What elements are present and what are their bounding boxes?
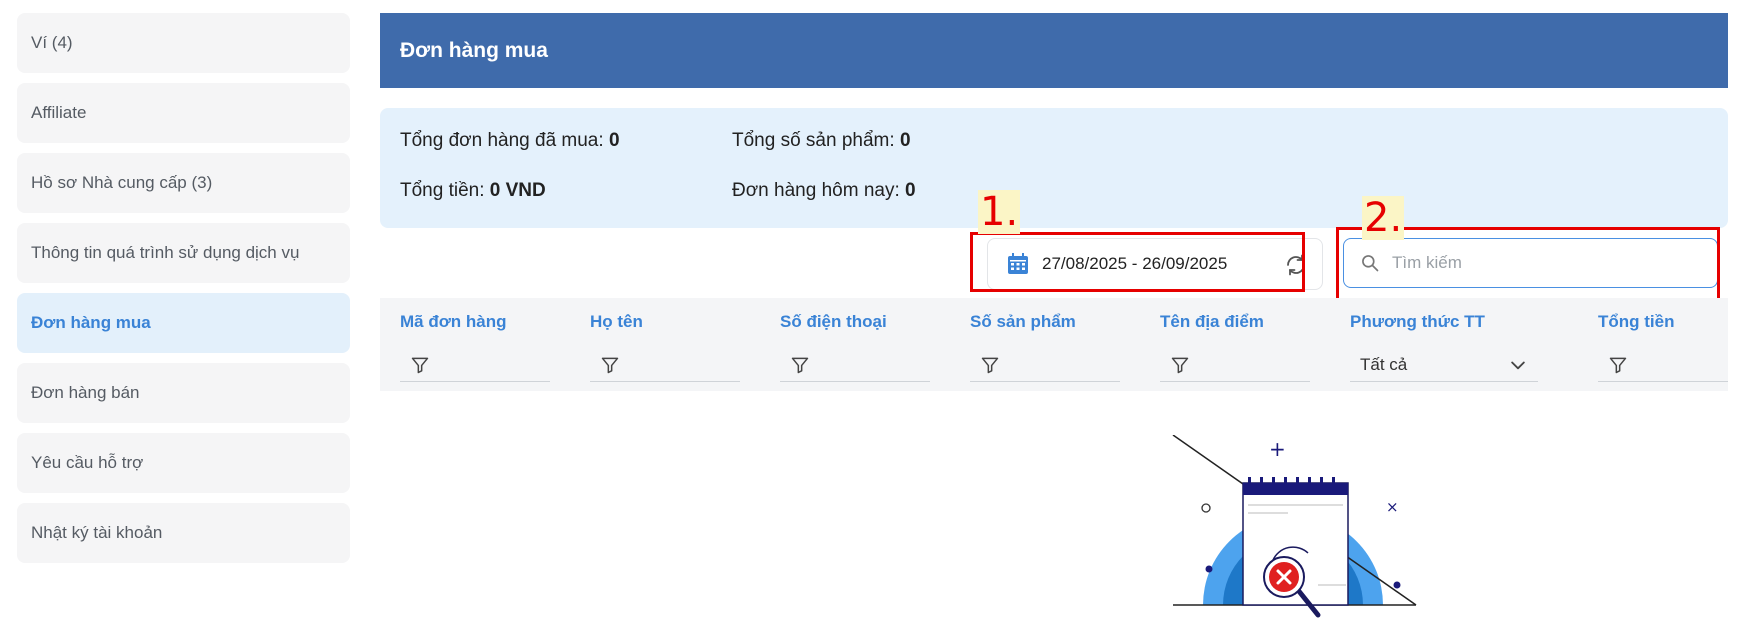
sidebar-item-wallet[interactable]: Ví (4) <box>17 13 350 73</box>
sidebar-item-affiliate[interactable]: Affiliate <box>17 83 350 143</box>
stat-value: 0 VND <box>489 180 546 201</box>
svg-text:×: × <box>1386 498 1399 516</box>
stat-value: 0 <box>899 130 911 151</box>
sidebar-item-supplier-profile[interactable]: Hồ sơ Nhà cung cấp (3) <box>17 153 350 213</box>
sidebar-item-service-usage[interactable]: Thông tin quá trình sử dụng dịch vụ <box>17 223 350 283</box>
stat-label: Đơn hàng hôm nay: <box>732 180 900 201</box>
payment-method-select[interactable]: Tất cả <box>1350 348 1538 382</box>
annotation-label-1: 1. <box>978 189 1021 235</box>
column-title: Họ tên <box>590 312 643 331</box>
annotation-box-1 <box>970 232 1305 292</box>
table-header: Mã đơn hàng Họ tên Số điện thoại Số sản … <box>380 298 1728 391</box>
chevron-down-icon <box>1511 361 1525 369</box>
stat-value: 0 <box>608 130 620 151</box>
sidebar-item-label: Thông tin quá trình sử dụng dịch vụ <box>31 243 300 262</box>
page-header: Đơn hàng mua <box>380 13 1728 88</box>
sidebar-item-support-requests[interactable]: Yêu cầu hỗ trợ <box>17 433 350 493</box>
sidebar: Ví (4) Affiliate Hồ sơ Nhà cung cấp (3) … <box>17 13 350 573</box>
sidebar-item-label: Nhật ký tài khoản <box>31 523 163 542</box>
stat-label: Tổng đơn hàng đã mua: <box>400 130 604 151</box>
stat-label: Tổng tiền: <box>400 180 485 201</box>
column-title: Số sản phẩm <box>970 312 1076 331</box>
column-filter[interactable] <box>780 348 930 382</box>
select-value: Tất cả <box>1360 354 1408 374</box>
filter-icon <box>981 357 999 373</box>
sidebar-item-label: Hồ sơ Nhà cung cấp (3) <box>31 173 213 192</box>
sidebar-item-label: Affiliate <box>31 103 87 122</box>
filter-icon <box>1609 357 1627 373</box>
annotation-label-2: 2. <box>1362 195 1405 241</box>
filter-icon <box>411 357 429 373</box>
column-filter[interactable] <box>970 348 1120 382</box>
sidebar-item-label: Đơn hàng mua <box>31 313 151 332</box>
sidebar-item-label: Ví (4) <box>31 33 73 52</box>
svg-text:+: + <box>1269 437 1286 461</box>
column-filter[interactable] <box>1160 348 1310 382</box>
sidebar-item-sales-orders[interactable]: Đơn hàng bán <box>17 363 350 423</box>
stat-label: Tổng số sản phẩm: <box>732 130 895 151</box>
column-title: Tên địa điểm <box>1160 312 1264 331</box>
stat-total-products: Tổng số sản phẩm: 0 <box>732 130 911 152</box>
column-title: Phương thức TT <box>1350 312 1485 331</box>
column-filter[interactable] <box>590 348 740 382</box>
column-title: Số điện thoại <box>780 312 887 331</box>
empty-state-illustration: + × <box>1172 435 1417 618</box>
column-filter[interactable] <box>1598 348 1728 382</box>
filter-icon <box>1171 357 1189 373</box>
stats-panel: Tổng đơn hàng đã mua: 0 Tổng số sản phẩm… <box>380 108 1728 228</box>
filter-icon <box>601 357 619 373</box>
stat-today-orders: Đơn hàng hôm nay: 0 <box>732 180 916 202</box>
column-title: Mã đơn hàng <box>400 312 507 331</box>
stat-total-orders: Tổng đơn hàng đã mua: 0 <box>400 130 620 152</box>
sidebar-item-account-log[interactable]: Nhật ký tài khoản <box>17 503 350 563</box>
column-filter[interactable] <box>400 348 550 382</box>
sidebar-item-label: Đơn hàng bán <box>31 383 140 402</box>
stat-value: 0 <box>905 180 916 201</box>
filter-icon <box>791 357 809 373</box>
sidebar-item-purchase-orders[interactable]: Đơn hàng mua <box>17 293 350 353</box>
column-title: Tổng tiền <box>1598 312 1675 331</box>
sidebar-item-label: Yêu cầu hỗ trợ <box>31 453 144 472</box>
stat-total-money: Tổng tiền: 0 VND <box>400 180 546 202</box>
page-title: Đơn hàng mua <box>400 38 548 62</box>
